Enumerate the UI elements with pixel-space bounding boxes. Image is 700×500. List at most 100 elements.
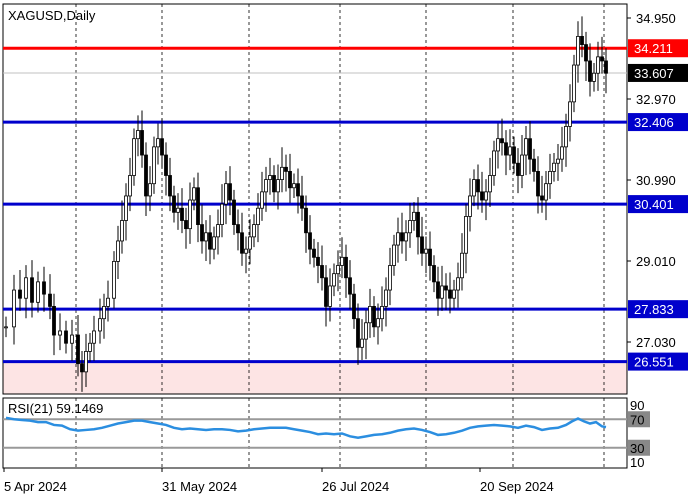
candle-body xyxy=(412,211,416,221)
candle-body xyxy=(260,191,264,209)
candle-body xyxy=(228,183,232,201)
candle-body xyxy=(92,330,96,344)
candle-body xyxy=(124,195,128,221)
rsi-level-label: 70 xyxy=(630,412,644,427)
rsi-level-label: 30 xyxy=(630,441,644,456)
candle-body xyxy=(152,146,156,185)
candle-body xyxy=(192,187,196,201)
candle-body xyxy=(472,179,476,197)
x-tick-label: 5 Apr 2024 xyxy=(4,479,67,494)
candle-body xyxy=(424,248,428,254)
candle-body xyxy=(172,195,176,213)
candle-body xyxy=(312,248,316,258)
candle-body xyxy=(140,130,144,156)
candle-body xyxy=(540,195,544,201)
candle-body xyxy=(408,220,412,234)
candle-body xyxy=(88,342,92,352)
candle-body xyxy=(316,256,320,266)
chart-title: XAGUSD,Daily xyxy=(8,8,96,23)
candle-body xyxy=(272,175,276,193)
y-tick-label: 30.990 xyxy=(636,173,676,188)
candle-body xyxy=(516,162,520,176)
candle-body xyxy=(388,265,392,291)
candle-body xyxy=(324,277,328,307)
candle-body xyxy=(500,138,504,144)
candle-body xyxy=(232,199,236,225)
candle-body xyxy=(344,256,348,279)
candle-body xyxy=(328,285,332,307)
candle-body xyxy=(372,306,376,328)
candle-body xyxy=(560,146,564,160)
level-label: 33.607 xyxy=(634,66,674,81)
candle-body xyxy=(156,138,160,148)
candle-body xyxy=(112,261,116,299)
candle-body xyxy=(580,36,584,45)
candle-body xyxy=(420,236,424,254)
candle-body xyxy=(320,265,324,279)
candle-body xyxy=(444,285,448,291)
candle-body xyxy=(168,175,172,197)
candle-body xyxy=(468,195,472,217)
candle-body xyxy=(572,64,576,103)
candle-body xyxy=(592,72,596,82)
candle-body xyxy=(256,207,260,225)
candle-body xyxy=(224,183,228,205)
candle-body xyxy=(368,306,372,324)
candle-body xyxy=(132,138,136,176)
candle-body xyxy=(42,281,46,295)
candle-body xyxy=(548,171,552,185)
candle-body xyxy=(292,183,296,189)
level-label: 34.211 xyxy=(634,41,673,56)
candle-body xyxy=(484,191,488,201)
candle-body xyxy=(84,351,88,373)
candle-body xyxy=(264,179,268,193)
candle-body xyxy=(568,101,572,127)
y-tick-label: 32.970 xyxy=(636,92,676,107)
candle-body xyxy=(520,154,524,176)
candle-body xyxy=(116,240,120,262)
candle-body xyxy=(416,211,420,238)
candle-body xyxy=(384,289,388,307)
support-zone xyxy=(3,361,627,394)
candle-body xyxy=(24,277,28,299)
rsi-scale-label: 10 xyxy=(630,455,644,470)
candle-body xyxy=(144,154,148,197)
level-label: 26.551 xyxy=(634,355,674,370)
candle-body xyxy=(552,162,556,172)
candle-body xyxy=(492,150,496,176)
candle-body xyxy=(30,277,34,303)
candle-body xyxy=(196,187,200,225)
candle-body xyxy=(436,281,440,299)
candle-body xyxy=(332,273,336,287)
candle-body xyxy=(380,306,384,320)
candle-body xyxy=(98,318,102,332)
candle-body xyxy=(432,265,436,283)
price-chart: 34.950 32.970 30.990 29.010 27.030 34.211 32.… xyxy=(0,0,700,500)
level-label: 30.401 xyxy=(634,197,674,212)
candle-body xyxy=(460,252,464,279)
candle-body xyxy=(376,318,380,328)
candle-body xyxy=(576,36,580,66)
candle-body xyxy=(440,285,444,299)
y-tick-label: 27.030 xyxy=(636,335,676,350)
candle-body xyxy=(464,216,468,254)
candle-body xyxy=(296,183,300,197)
candle-body xyxy=(204,232,208,242)
candle-body xyxy=(106,297,110,307)
candle-body xyxy=(64,330,68,344)
candle-body xyxy=(160,138,164,156)
candle-body xyxy=(12,289,16,328)
candle-body xyxy=(280,166,284,180)
candle-body xyxy=(220,203,224,225)
candle-body xyxy=(268,175,272,180)
candle-body xyxy=(604,60,608,74)
candle-body xyxy=(340,256,344,266)
candle-body xyxy=(564,126,568,148)
candle-body xyxy=(164,154,168,176)
candle-body xyxy=(58,330,62,336)
candle-body xyxy=(300,195,304,209)
candle-body xyxy=(596,56,600,74)
candle-body xyxy=(528,138,532,160)
candle-body xyxy=(448,289,452,299)
candle-body xyxy=(176,207,180,213)
